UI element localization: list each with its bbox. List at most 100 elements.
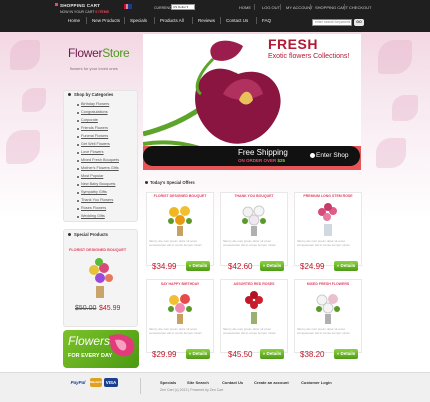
footer-link-customer-login[interactable]: Customer Login [301, 380, 332, 385]
divider [256, 17, 257, 24]
category-congratulations[interactable]: Congratulations [81, 110, 108, 114]
cart-title[interactable]: SHOPPING CART [60, 3, 109, 8]
store-logo[interactable]: FlowerStore [68, 46, 130, 60]
product-name[interactable]: MIXED FRESH FLOWERS [294, 282, 362, 286]
account-link-home[interactable]: HOME [239, 5, 251, 10]
shopping-cart-summary[interactable]: SHOPPING CART NOW IN YOUR CART 0 ITEMS [60, 3, 109, 14]
category-most-popular[interactable]: Most Popular [81, 174, 103, 178]
category-mixed-bouquets[interactable]: Mixed Fresh Bouquets [81, 158, 119, 162]
bullet-icon [68, 93, 71, 96]
decor-petal [376, 138, 406, 168]
product-name[interactable]: PREMIUM LONG STEM ROSE [294, 194, 362, 198]
category-funeral[interactable]: Funeral Flowers [81, 134, 108, 138]
product-image[interactable] [240, 202, 268, 236]
bullet-icon [77, 160, 79, 162]
account-link-logout[interactable]: LOG OUT [262, 5, 280, 10]
category-sympathy[interactable]: Sympathy Gifts [81, 190, 107, 194]
special-product-image[interactable] [84, 256, 116, 300]
nav-reviews[interactable]: Reviews [198, 18, 215, 23]
product-desc: Skrory ate cum ipsum dolor sit amet cons… [149, 327, 203, 335]
divider [154, 17, 155, 24]
divider [86, 17, 87, 24]
category-birthday[interactable]: Birthday Flowers [81, 102, 109, 106]
category-mothers[interactable]: Mother's Flowers Gifts [81, 166, 119, 170]
details-button[interactable]: » Details [334, 349, 358, 359]
special-product-name[interactable]: FLORIST DESIGNED BOUQUET [69, 248, 126, 252]
product-price: $24.99 [300, 262, 325, 271]
bullet-icon [77, 168, 79, 170]
search-input[interactable]: enter search keywords [312, 19, 352, 26]
category-thank-you[interactable]: Thank You Flowers [81, 198, 113, 202]
currency-select[interactable]: US Dollar ▾ [171, 4, 195, 10]
details-button[interactable]: » Details [260, 261, 284, 271]
special-new-price: $45.99 [99, 305, 121, 312]
footer-link-site-search[interactable]: Site Search [187, 380, 209, 385]
details-button[interactable]: » Details [186, 349, 210, 359]
enter-shop-arrow-icon[interactable] [310, 153, 315, 158]
account-link-my-account[interactable]: MY ACCOUNT [286, 5, 313, 10]
category-roses[interactable]: Roses Flowers [81, 206, 106, 210]
decor-petal [378, 40, 412, 74]
bullet-icon [77, 184, 79, 186]
product-image[interactable] [314, 290, 342, 324]
cart-status-label: NOW IN YOUR CART [60, 10, 95, 14]
copyright: Zen Cart (c) 2013 | Powered by Zen Cart [160, 388, 224, 392]
free-shipping-title: Free Shipping [238, 148, 288, 157]
product-price: $38.20 [300, 350, 325, 359]
product-image[interactable] [314, 202, 342, 236]
todays-offers-title: Today's Special Offers [150, 180, 195, 185]
details-button[interactable]: » Details [334, 261, 358, 271]
nav-contact-us[interactable]: Contact Us [226, 18, 248, 23]
enter-shop-button[interactable]: Enter Shop [316, 152, 349, 159]
bullet-icon [68, 233, 71, 236]
divider [124, 17, 125, 24]
free-shipping-prefix: ON ORDER OVER [238, 158, 277, 163]
product-image[interactable] [240, 290, 268, 324]
search-go-button[interactable]: GO [354, 19, 364, 26]
footer-link-contact-us[interactable]: Contact Us [222, 380, 243, 385]
bullet-icon [77, 120, 79, 122]
product-name[interactable]: FLORIST DESIGNED BOUQUET [146, 194, 214, 198]
footer-link-create-account[interactable]: Create an account [254, 380, 289, 385]
nav-specials[interactable]: Specials [130, 18, 147, 23]
category-new-baby[interactable]: New Baby Bouquets [81, 182, 115, 186]
bullet-icon [77, 152, 79, 154]
nav-new-products[interactable]: New Products [92, 18, 120, 23]
product-image[interactable] [166, 202, 194, 236]
product-name[interactable]: SAY HAPPY BIRTHDAY [146, 282, 214, 286]
product-image[interactable] [166, 290, 194, 324]
bullet-icon [77, 192, 79, 194]
category-corporate[interactable]: Corporate [81, 118, 98, 122]
banner-line-2: FOR EVERY DAY [68, 353, 113, 359]
category-get-well[interactable]: Get Well Flowers [81, 142, 110, 146]
product-name[interactable]: ASSORTED RED ROSES [220, 282, 288, 286]
nav-products-all[interactable]: Products All [160, 18, 184, 23]
product-desc: Skrory ate cum ipsum dolor sit amet cons… [223, 239, 277, 247]
product-desc: Skrory ate cum ipsum dolor sit amet cons… [223, 327, 277, 335]
bullet-icon [77, 144, 79, 146]
categories-title: Shop by Categories [74, 92, 114, 97]
category-friends[interactable]: Friends Flowers [81, 126, 108, 130]
product-desc: Skrory ate cum ipsum dolor sit amet cons… [149, 239, 203, 247]
hero-headline: FRESH [268, 36, 318, 52]
product-name[interactable]: THANK YOU BOUQUET [220, 194, 288, 198]
cart-icon[interactable] [55, 3, 58, 6]
product-desc: Skrory ate cum ipsum dolor sit amet cons… [297, 239, 351, 247]
bullet-icon [77, 176, 79, 178]
bullet-icon [77, 216, 79, 218]
nav-faq[interactable]: FAQ [262, 18, 271, 23]
details-button[interactable]: » Details [186, 261, 210, 271]
uk-flag-icon[interactable] [124, 4, 132, 9]
account-link-checkout[interactable]: CHECKOUT [349, 5, 371, 10]
category-love[interactable]: Love Flowers [81, 150, 104, 154]
product-desc: Skrory ate cum ipsum dolor sit amet cons… [297, 327, 351, 335]
cart-items-count: 0 ITEMS [95, 10, 110, 14]
decor-petal [10, 40, 40, 70]
decor-petal [6, 130, 40, 164]
nav-home[interactable]: Home [68, 18, 80, 23]
footer-link-specials[interactable]: Specials [160, 380, 176, 385]
details-button[interactable]: » Details [260, 349, 284, 359]
bullet-icon [77, 200, 79, 202]
bullet-icon [145, 181, 148, 184]
category-wedding[interactable]: Wedding Gifts [81, 214, 105, 218]
